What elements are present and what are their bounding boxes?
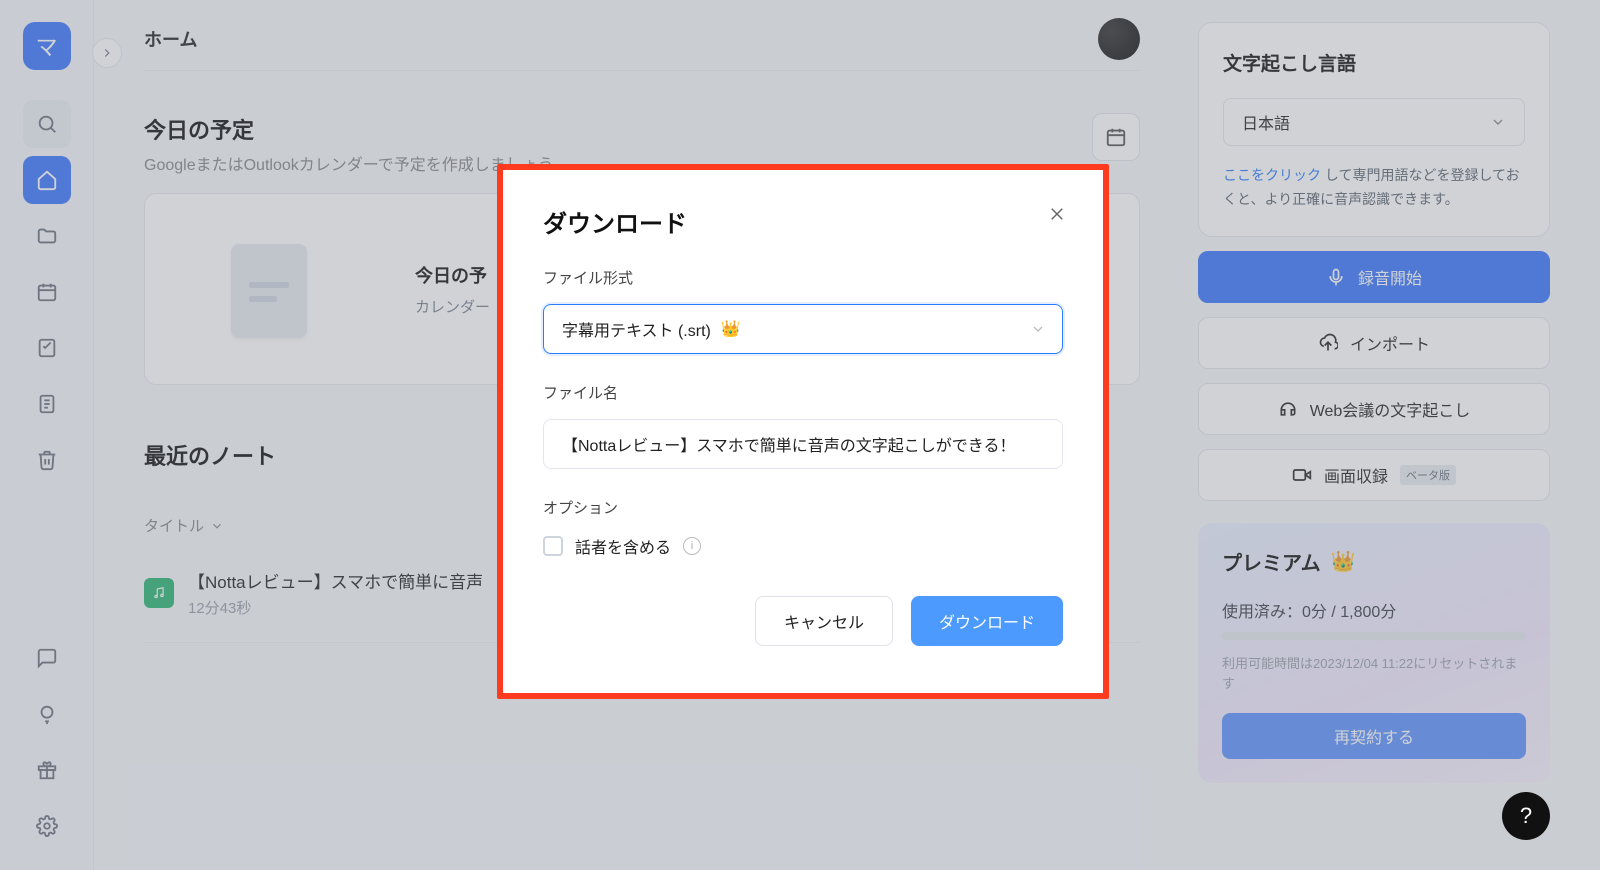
question-icon: ?: [1520, 803, 1532, 829]
chevron-down-icon: [1030, 321, 1046, 337]
file-format-select[interactable]: 字幕用テキスト (.srt) 👑: [543, 304, 1063, 354]
modal-title: ダウンロード: [543, 204, 1063, 239]
download-button[interactable]: ダウンロード: [911, 596, 1063, 646]
crown-icon: 👑: [721, 319, 741, 339]
file-name-label: ファイル名: [543, 382, 1063, 403]
file-format-label: ファイル形式: [543, 267, 1063, 288]
cancel-button[interactable]: キャンセル: [755, 596, 893, 646]
file-format-value: 字幕用テキスト (.srt): [562, 317, 711, 341]
file-name-input[interactable]: 【Nottaレビュー】スマホで簡単に音声の文字起こしができる！: [543, 419, 1063, 469]
info-icon[interactable]: i: [683, 537, 701, 555]
file-name-value: 【Nottaレビュー】スマホで簡単に音声の文字起こしができる！: [562, 432, 1015, 456]
include-speakers-checkbox[interactable]: [543, 536, 563, 556]
cancel-button-label: キャンセル: [784, 609, 864, 633]
modal-close-button[interactable]: [1043, 200, 1071, 228]
download-button-label: ダウンロード: [939, 609, 1035, 633]
close-icon: [1048, 205, 1066, 223]
include-speakers-label: 話者を含める: [575, 534, 671, 558]
help-fab[interactable]: ?: [1502, 792, 1550, 840]
download-modal: ダウンロード ファイル形式 字幕用テキスト (.srt) 👑 ファイル名 【No…: [497, 164, 1109, 699]
options-label: オプション: [543, 497, 1063, 518]
